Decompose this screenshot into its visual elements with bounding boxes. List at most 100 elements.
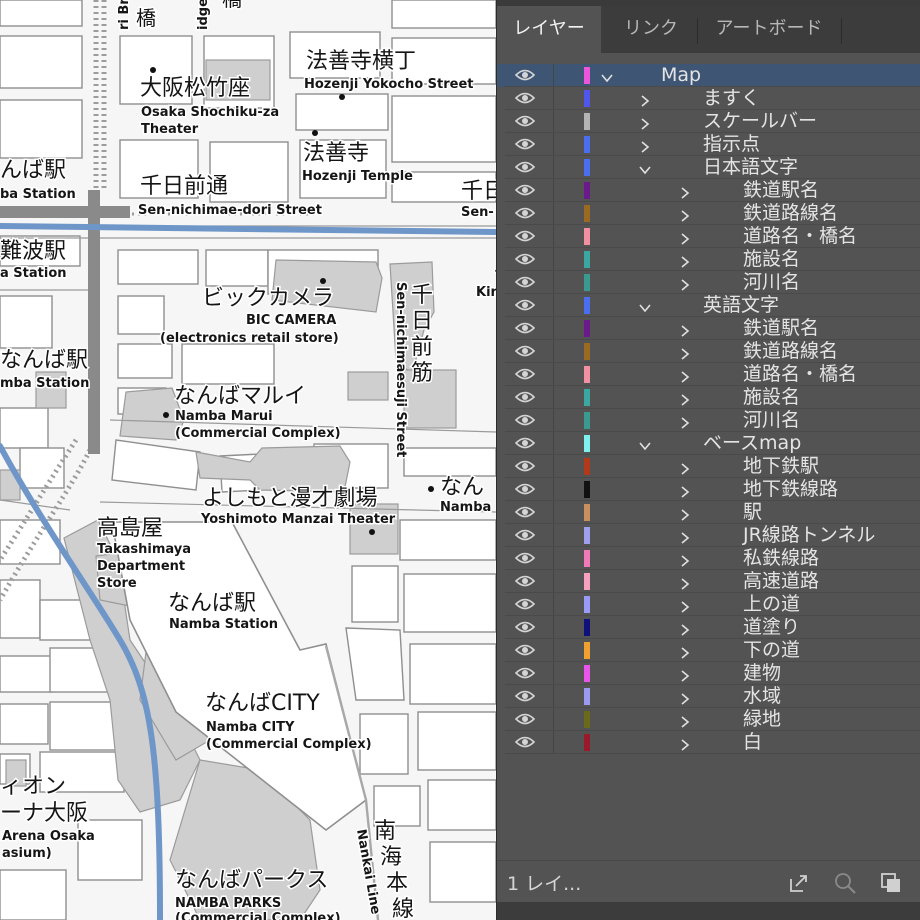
chevron-right-icon[interactable] (679, 644, 691, 659)
chevron-right-icon[interactable] (679, 690, 691, 705)
chevron-right-icon[interactable] (679, 345, 691, 360)
chevron-right-icon[interactable] (679, 667, 691, 682)
chevron-right-icon[interactable] (679, 736, 691, 751)
layer-row[interactable]: 道路名・橋名 (497, 363, 920, 386)
layer-row[interactable]: 駅 (497, 501, 920, 524)
layer-row[interactable]: 日本語文字 (497, 156, 920, 179)
eye-visibility-icon[interactable] (507, 64, 543, 87)
eye-visibility-icon[interactable] (507, 409, 543, 432)
tab-artboards[interactable]: アートボード (697, 6, 841, 53)
eye-visibility-icon[interactable] (507, 685, 543, 708)
chevron-right-icon[interactable] (679, 368, 691, 383)
chevron-right-icon[interactable] (679, 552, 691, 567)
layer-row[interactable]: 指示点 (497, 133, 920, 156)
eye-visibility-icon[interactable] (507, 248, 543, 271)
eye-visibility-icon[interactable] (507, 478, 543, 501)
chevron-right-icon[interactable] (679, 207, 691, 222)
tab-layers[interactable]: レイヤー (497, 6, 601, 53)
eye-visibility-icon[interactable] (507, 202, 543, 225)
search-icon[interactable] (833, 871, 857, 895)
chevron-right-icon[interactable] (679, 598, 691, 613)
map-label-bridge-jp-2: 橋 (222, 0, 242, 11)
chevron-down-icon[interactable] (639, 161, 651, 175)
eye-visibility-icon[interactable] (507, 179, 543, 202)
eye-visibility-icon[interactable] (507, 616, 543, 639)
layer-row[interactable]: 下の道 (497, 639, 920, 662)
chevron-right-icon[interactable] (639, 115, 651, 130)
chevron-right-icon[interactable] (679, 483, 691, 498)
eye-visibility-icon[interactable] (507, 455, 543, 478)
chevron-right-icon[interactable] (679, 713, 691, 728)
chevron-right-icon[interactable] (639, 92, 651, 107)
eye-visibility-icon[interactable] (507, 547, 543, 570)
eye-visibility-icon[interactable] (507, 570, 543, 593)
tab-links[interactable]: リンク (605, 6, 697, 53)
layer-row[interactable]: 建物 (497, 662, 920, 685)
chevron-right-icon[interactable] (679, 322, 691, 337)
layer-row[interactable]: 施設名 (497, 248, 920, 271)
layer-row[interactable]: 河川名 (497, 271, 920, 294)
layer-row[interactable]: ベースmap (497, 432, 920, 455)
layer-row[interactable]: ますく (497, 87, 920, 110)
layer-row[interactable]: 施設名 (497, 386, 920, 409)
chevron-down-icon[interactable] (601, 69, 613, 83)
export-icon[interactable] (787, 871, 811, 895)
layer-row[interactable]: 河川名 (497, 409, 920, 432)
chevron-right-icon[interactable] (679, 230, 691, 245)
eye-visibility-icon[interactable] (507, 133, 543, 156)
layer-row[interactable]: 高速道路 (497, 570, 920, 593)
layer-row[interactable]: 道塗り (497, 616, 920, 639)
layer-row[interactable]: 鉄道駅名 (497, 317, 920, 340)
chevron-right-icon[interactable] (679, 391, 691, 406)
chevron-right-icon[interactable] (679, 460, 691, 475)
layer-row[interactable]: 緑地 (497, 708, 920, 731)
eye-visibility-icon[interactable] (507, 363, 543, 386)
chevron-down-icon[interactable] (639, 299, 651, 313)
eye-visibility-icon[interactable] (507, 294, 543, 317)
layer-row[interactable]: 英語文字 (497, 294, 920, 317)
chevron-right-icon[interactable] (639, 138, 651, 153)
eye-visibility-icon[interactable] (507, 708, 543, 731)
eye-visibility-icon[interactable] (507, 386, 543, 409)
chevron-right-icon[interactable] (679, 253, 691, 268)
chevron-right-icon[interactable] (679, 414, 691, 429)
eye-visibility-icon[interactable] (507, 87, 543, 110)
eye-visibility-icon[interactable] (507, 225, 543, 248)
layer-row[interactable]: 上の道 (497, 593, 920, 616)
chevron-right-icon[interactable] (679, 184, 691, 199)
layer-row[interactable]: 鉄道駅名 (497, 179, 920, 202)
map-label-nankai-jp-2: 海 (380, 845, 402, 870)
eye-visibility-icon[interactable] (507, 501, 543, 524)
layer-row[interactable]: スケールバー (497, 110, 920, 133)
layer-row[interactable]: 鉄道路線名 (497, 340, 920, 363)
eye-visibility-icon[interactable] (507, 110, 543, 133)
chevron-right-icon[interactable] (679, 575, 691, 590)
layer-row[interactable]: 地下鉄線路 (497, 478, 920, 501)
layer-row[interactable]: JR線路トンネル (497, 524, 920, 547)
layer-row[interactable]: 道路名・橋名 (497, 225, 920, 248)
eye-visibility-icon[interactable] (507, 156, 543, 179)
map-label-parks-en-2: (Commercial Complex) (175, 911, 341, 920)
column-separator (553, 685, 554, 708)
chevron-right-icon[interactable] (679, 621, 691, 636)
eye-visibility-icon[interactable] (507, 731, 543, 754)
chevron-right-icon[interactable] (679, 276, 691, 291)
eye-visibility-icon[interactable] (507, 524, 543, 547)
layer-row[interactable]: 地下鉄駅 (497, 455, 920, 478)
layer-row[interactable]: 鉄道路線名 (497, 202, 920, 225)
eye-visibility-icon[interactable] (507, 593, 543, 616)
eye-visibility-icon[interactable] (507, 340, 543, 363)
eye-visibility-icon[interactable] (507, 432, 543, 455)
eye-visibility-icon[interactable] (507, 271, 543, 294)
eye-visibility-icon[interactable] (507, 317, 543, 340)
layer-row[interactable]: 私鉄線路 (497, 547, 920, 570)
chevron-right-icon[interactable] (679, 506, 691, 521)
layer-row[interactable]: 白 (497, 731, 920, 754)
eye-visibility-icon[interactable] (507, 639, 543, 662)
layer-row[interactable]: Map (497, 64, 920, 87)
chevron-right-icon[interactable] (679, 529, 691, 544)
layer-row[interactable]: 水域 (497, 685, 920, 708)
chevron-down-icon[interactable] (639, 437, 651, 451)
eye-visibility-icon[interactable] (507, 662, 543, 685)
arrange-icon[interactable] (879, 871, 903, 895)
